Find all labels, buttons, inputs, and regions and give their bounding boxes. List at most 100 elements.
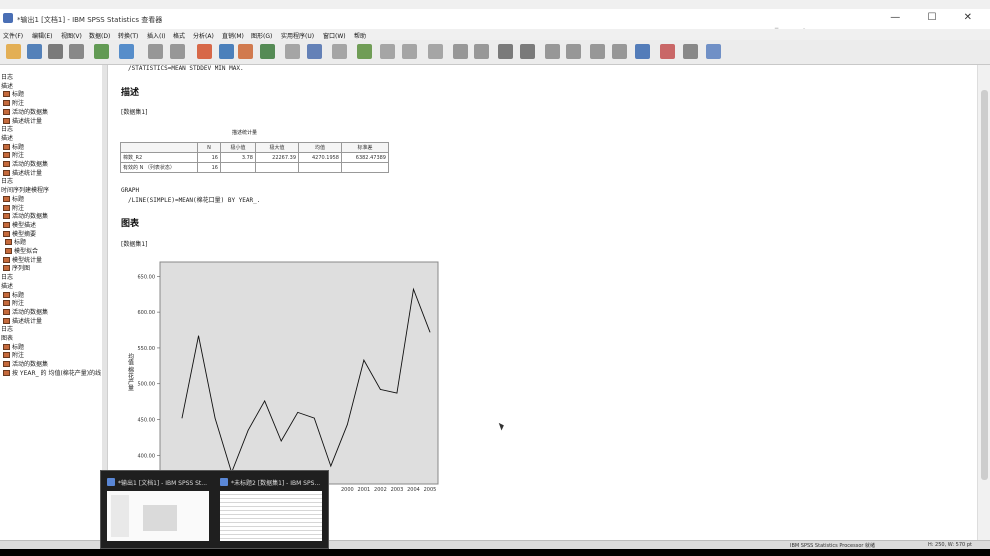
outline-item[interactable]: 日志 [1,324,13,333]
menu-item[interactable]: 窗口(W) [323,31,346,40]
outline-item[interactable]: 序列图 [3,263,30,272]
outline-item[interactable]: 附注 [3,298,24,307]
outline-item[interactable]: 活动的数据集 [3,307,48,316]
output-content-pane: /STATISTICS=MEAN STDDEV MIN MAX. 描述 [数据集… [108,65,977,540]
outline-item[interactable]: 模型统计量 [3,255,42,264]
outline-item[interactable]: 描述 [1,81,13,90]
menu-item[interactable]: 格式 [173,31,185,40]
export-icon[interactable] [94,44,109,59]
outline-node-icon [3,256,10,263]
window-controls[interactable]: — ☐ ✕ [890,12,984,23]
redo-icon[interactable] [170,44,185,59]
outline-item[interactable]: 图表 [1,333,13,342]
menu-item[interactable]: 文件(F) [3,31,23,40]
data-point [363,359,365,361]
outline-item[interactable]: 模型摘要 [3,229,36,238]
outline-item[interactable]: 标题 [3,342,24,351]
undo-icon[interactable] [148,44,163,59]
heading-descriptives: 描述 [121,88,140,98]
data-point [214,417,216,419]
outline-item-label: 描述统计量 [12,117,43,125]
outline-item[interactable]: 日志 [1,72,13,81]
menu-item[interactable]: 实用程序(U) [281,31,314,40]
outline-item[interactable]: 标题 [5,237,26,246]
table-icon[interactable] [380,44,395,59]
outline-item[interactable]: 描述统计量 [3,116,42,125]
hide-icon[interactable] [453,44,468,59]
outline-item[interactable]: 日志 [1,124,13,133]
page-icon[interactable] [590,44,605,59]
menu-item[interactable]: 数据(D) [89,31,110,40]
goto-variable-icon[interactable] [238,44,253,59]
outline-item[interactable]: 活动的数据集 [3,211,48,220]
menu-item[interactable]: 直销(M) [222,31,244,40]
outline-item[interactable]: 描述 [1,133,13,142]
table-header-cell: 均值 [298,142,342,153]
insert-text-icon[interactable] [683,44,698,59]
thumbnail-data-window[interactable]: *未标题2 [数据集1] - IBM SPS... [217,474,325,544]
menu-item[interactable]: 帮助 [354,31,366,40]
back-icon[interactable] [498,44,513,59]
expand-icon[interactable] [545,44,560,59]
outline-item[interactable]: 日志 [1,176,13,185]
menu-item[interactable]: 插入(I) [147,31,165,40]
scroll-thumb[interactable] [981,90,988,480]
variables-icon[interactable] [260,44,275,59]
outline-item[interactable]: 附注 [3,350,24,359]
stop-icon[interactable] [474,44,489,59]
vertical-scrollbar[interactable] [977,65,990,540]
table-cell: 3.78 [220,152,256,163]
outline-node-icon [3,369,10,376]
outline-item[interactable]: 活动的数据集 [3,107,48,116]
outline-item[interactable]: 活动的数据集 [3,159,48,168]
menu-item[interactable]: 图形(G) [251,31,272,40]
outline-item[interactable]: 描述 [1,281,13,290]
outline-icon[interactable] [612,44,627,59]
recall-dialog-icon[interactable] [119,44,134,59]
run-syntax-icon[interactable] [357,44,372,59]
outline-item[interactable]: 描述统计量 [3,168,42,177]
outline-item[interactable]: 标题 [3,142,24,151]
outline-item[interactable]: 标题 [3,194,24,203]
goto-data-icon[interactable] [197,44,212,59]
menu-item[interactable]: 转换(T) [118,31,138,40]
designate-window-icon[interactable] [332,44,347,59]
outline-item[interactable]: 日志 [1,272,13,281]
chart-icon[interactable] [402,44,417,59]
outline-item-label: 按 YEAR_ 的 均值(棉花产量)的线 [12,369,102,377]
insert-object-icon[interactable] [706,44,721,59]
print-preview-icon[interactable] [69,44,84,59]
outline-item[interactable]: 模型拟合 [5,246,38,255]
insert-output-icon[interactable] [307,44,322,59]
open-icon[interactable] [6,44,21,59]
goto-case-icon[interactable] [219,44,234,59]
thumbnail-output-window[interactable]: *输出1 [文档1] - IBM SPSS St... [104,474,212,544]
outline-item[interactable]: 附注 [3,150,24,159]
table-cell: 16 [197,152,221,163]
outline-item[interactable]: 附注 [3,98,24,107]
x-tick-label: 2001 [357,487,370,493]
outline-item[interactable]: 按 YEAR_ 的 均值(棉花产量)的线 [3,368,101,377]
collapse-icon[interactable] [566,44,581,59]
outline-item[interactable]: 描述统计量 [3,316,42,325]
menu-item[interactable]: 分析(A) [193,31,214,40]
insert-heading-icon[interactable] [635,44,650,59]
show-icon[interactable] [428,44,443,59]
table-cell [298,162,342,173]
y-tick-label: 550.00 [138,346,156,352]
print-icon[interactable] [48,44,63,59]
menu-item[interactable]: 视图(V) [61,31,82,40]
outline-item[interactable]: 标题 [3,89,24,98]
outline-item[interactable]: 时间序列建模程序 [1,185,49,194]
outline-item[interactable]: 模型描述 [3,220,36,229]
outline-item[interactable]: 标题 [3,290,24,299]
outline-item[interactable]: 活动的数据集 [3,359,48,368]
outline-node-icon [3,221,10,228]
outline-item[interactable]: 附注 [3,203,24,212]
insert-title-icon[interactable] [660,44,675,59]
find-icon[interactable] [285,44,300,59]
menu-item[interactable]: 编辑(E) [32,31,52,40]
outline-node-icon [3,161,10,167]
forward-icon[interactable] [520,44,535,59]
save-icon[interactable] [27,44,42,59]
